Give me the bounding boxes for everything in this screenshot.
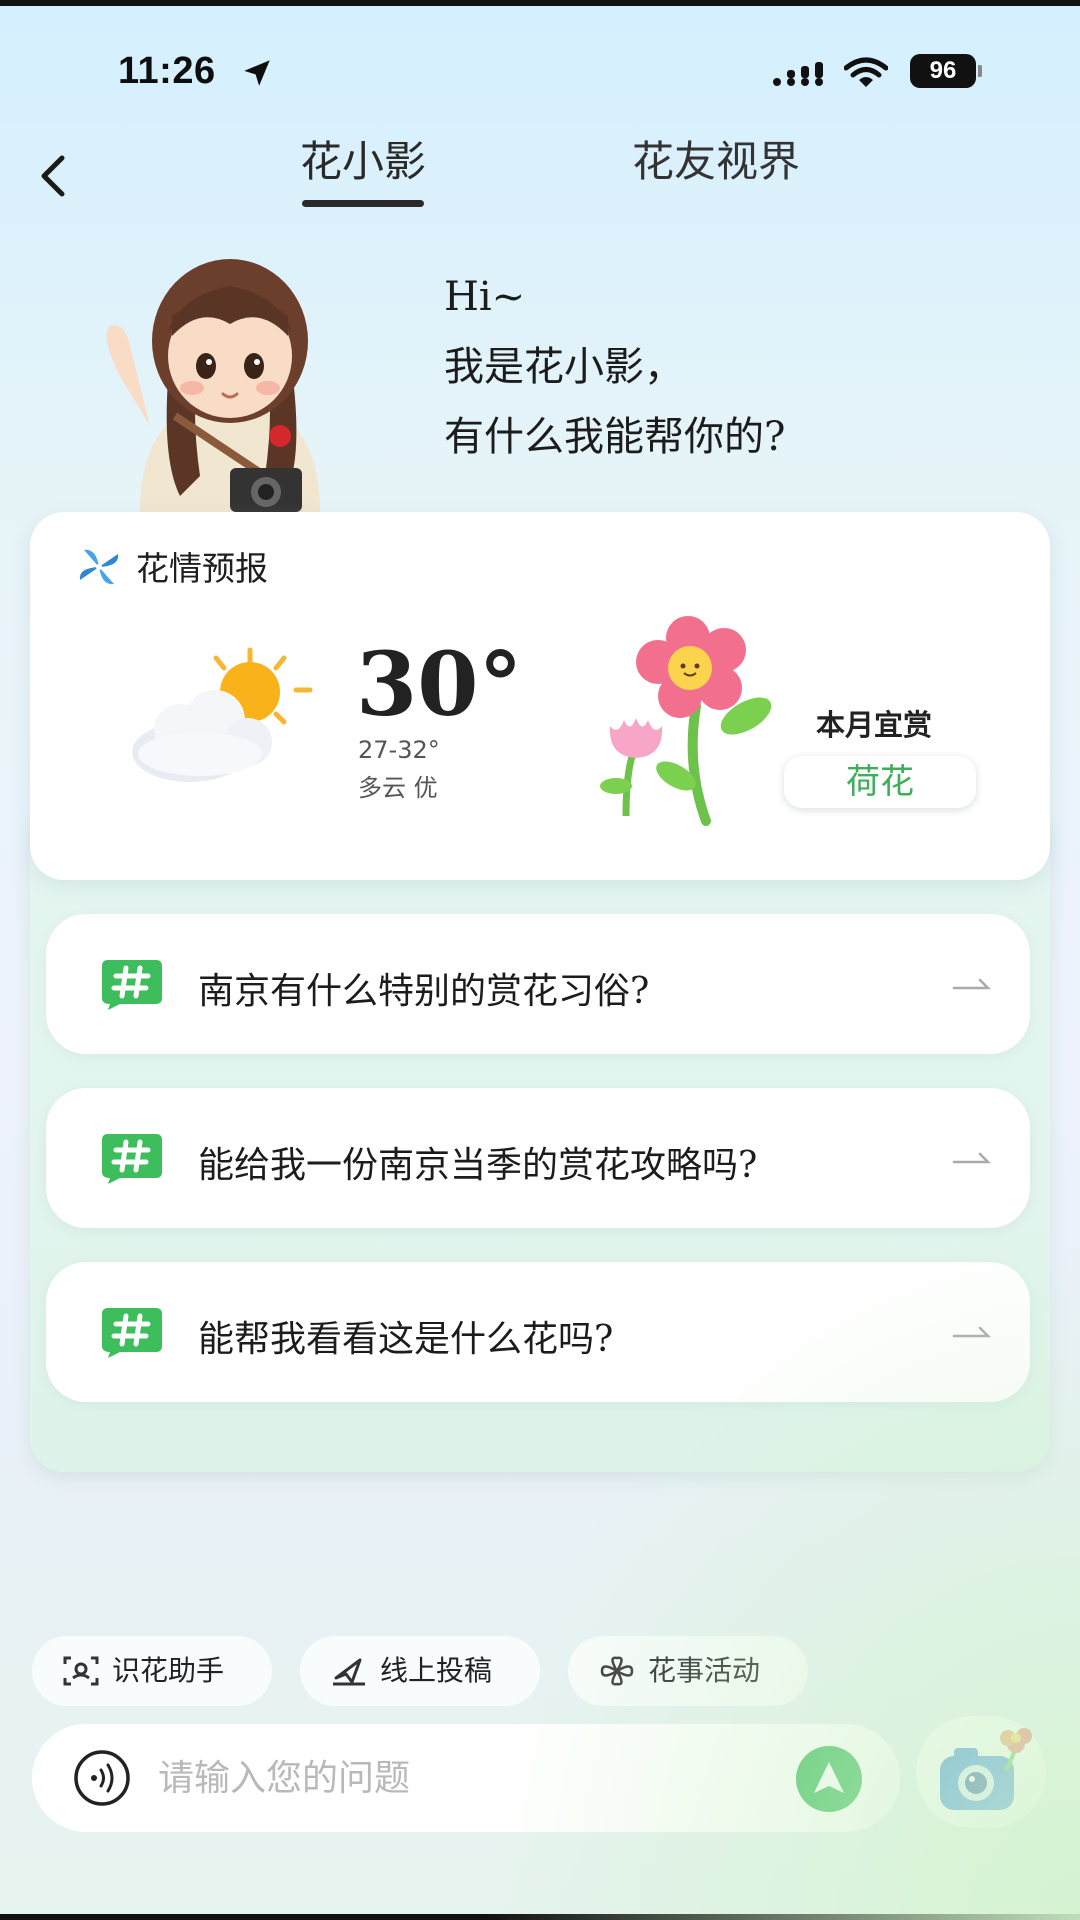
temperature-range: 27-32° [358, 736, 440, 764]
hashtag-icon [102, 1308, 162, 1358]
hashtag-icon [102, 1134, 162, 1184]
greeting-text: Hi~ 我是花小影， 有什么我能帮你的? [444, 262, 785, 472]
hashtag-icon [102, 960, 162, 1010]
arrow-right-icon [952, 1326, 992, 1338]
pinwheel-icon [79, 549, 119, 585]
forecast-title: 花情预报 [136, 549, 268, 588]
camera-icon [940, 1728, 1032, 1810]
location-arrow-icon [244, 60, 270, 86]
flower-illustration [600, 616, 772, 826]
chip-label: 花事活动 [648, 1654, 761, 1687]
temperature-value: 30° [356, 632, 523, 736]
question-text: 能帮我看看这是什么花吗? [198, 1319, 614, 1360]
battery-indicator: 96 [910, 54, 982, 90]
scan-flower-icon [63, 1656, 99, 1686]
bottom-edge [0, 1914, 1080, 1920]
flower-outline-icon [600, 1656, 634, 1686]
top-edge [0, 0, 1080, 6]
arrow-right-icon [952, 978, 992, 990]
tab-hua-you-shi-jie[interactable]: 花友视界 [632, 128, 800, 189]
back-chevron-icon[interactable] [34, 150, 74, 202]
arrow-right-icon [952, 1152, 992, 1164]
greeting-line-1: Hi~ [444, 274, 526, 320]
wifi-icon [844, 57, 888, 87]
question-input[interactable] [158, 1748, 778, 1808]
partly-cloudy-icon [132, 647, 313, 782]
paper-plane-icon [333, 1658, 365, 1686]
greeting-line-2: 我是花小影， [444, 344, 684, 390]
send-arrow-icon [814, 1762, 844, 1793]
chip-online-submit[interactable]: 线上投稿 [300, 1636, 540, 1706]
app-screen: 11:26 96 花小影 花友视界 Hi~ 我是花小影， 有什么我能帮你的? 花… [0, 0, 1080, 1920]
tab-hua-xiao-ying[interactable]: 花小影 [300, 128, 426, 207]
battery-level: 96 [910, 54, 976, 88]
avatar-girl-illustration [106, 259, 320, 512]
greeting-line-3: 有什么我能帮你的? [444, 414, 786, 460]
chat-input-bar [32, 1724, 900, 1832]
suggested-question[interactable]: 南京有什么特别的赏花习俗? [46, 914, 1030, 1054]
chip-flower-events[interactable]: 花事活动 [568, 1636, 808, 1706]
flower-forecast-card[interactable]: 花情预报 30° 27-32° 多云 优 本月宜赏 荷花 [30, 512, 1050, 880]
voice-input-icon[interactable] [72, 1750, 132, 1806]
weather-condition: 多云 优 [358, 774, 438, 802]
chip-flower-identify[interactable]: 识花助手 [32, 1636, 272, 1706]
camera-button[interactable] [916, 1716, 1046, 1828]
question-text: 南京有什么特别的赏花习俗? [198, 971, 650, 1012]
suggested-question[interactable]: 能给我一份南京当季的赏花攻略吗? [46, 1088, 1030, 1228]
recommended-flower: 荷花 [784, 756, 976, 808]
chip-label: 线上投稿 [380, 1654, 493, 1687]
status-time: 11:26 [118, 50, 216, 92]
month-recommend-label: 本月宜赏 [816, 708, 933, 742]
signal-icon [773, 62, 823, 86]
send-button[interactable] [796, 1746, 862, 1812]
status-bar: 11:26 96 [0, 40, 1080, 100]
battery-tip [978, 65, 982, 77]
chip-label: 识花助手 [112, 1654, 225, 1687]
suggested-question[interactable]: 能帮我看看这是什么花吗? [46, 1262, 1030, 1402]
question-text: 能给我一份南京当季的赏花攻略吗? [198, 1145, 758, 1186]
